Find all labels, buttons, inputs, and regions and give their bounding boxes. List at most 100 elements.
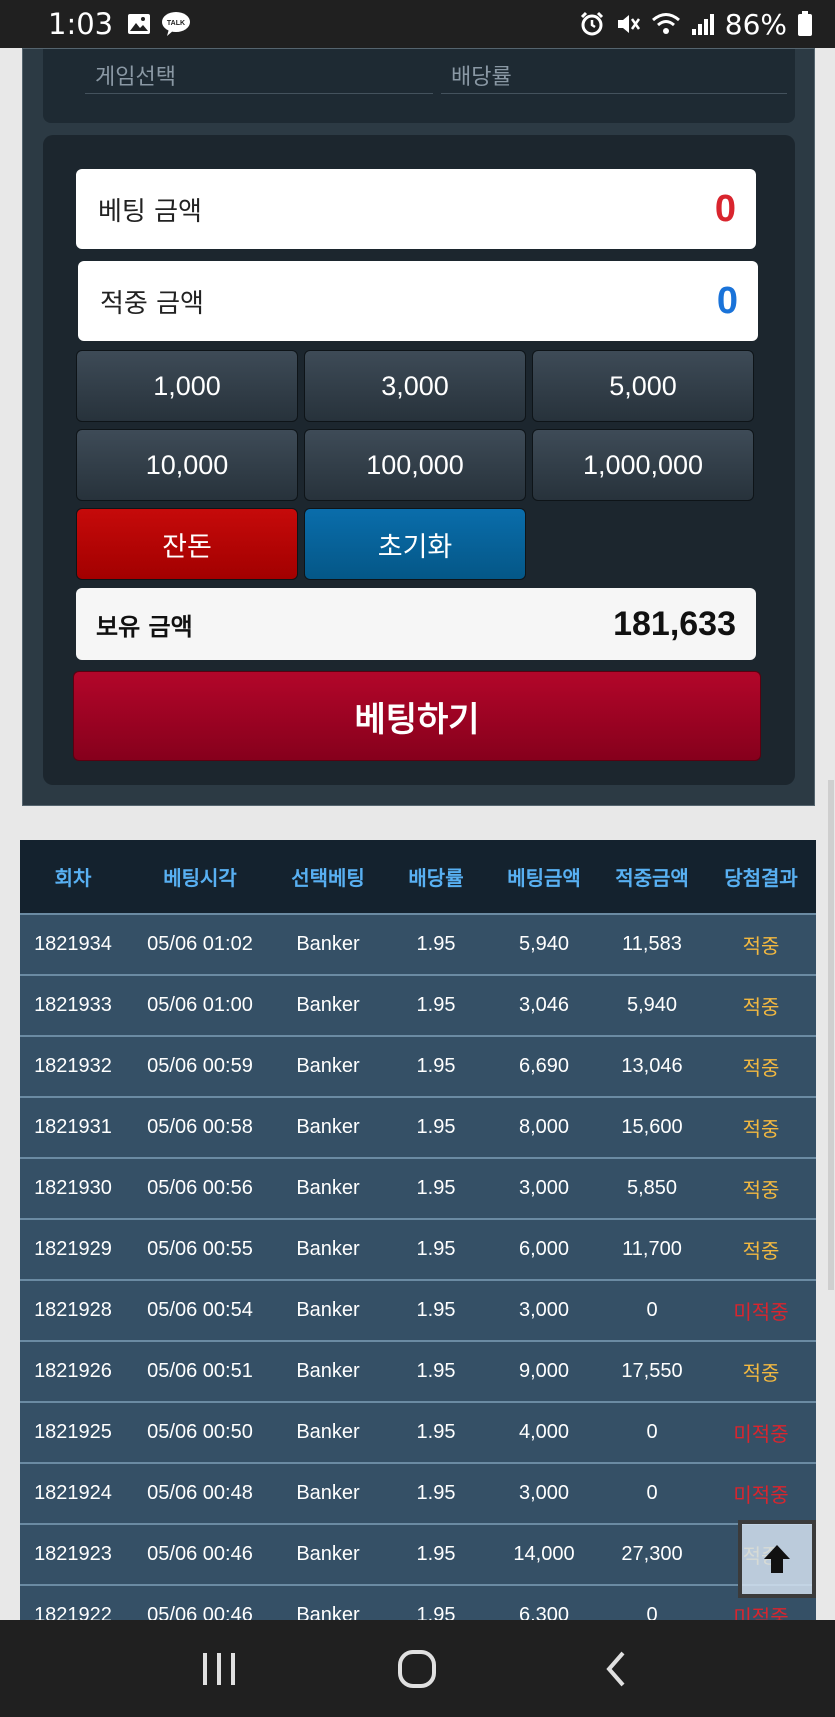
selection-cell: Banker [296,1360,360,1382]
recent-apps-icon [203,1652,236,1685]
odds-cell: 1.95 [416,1116,456,1138]
home-icon [398,1649,437,1688]
win-amount-cell: 27,300 [621,1543,683,1565]
bet-time-cell: 05/06 00:58 [147,1116,253,1138]
bet-amount-label: 베팅 금액 [98,196,202,227]
result-cell: 미적중 [733,1422,789,1446]
bet-amount-cell: 14,000 [513,1543,575,1565]
column-header: 선택베팅 [291,866,365,890]
svg-text:TALK: TALK [167,20,185,27]
wifi-icon [651,12,681,36]
selection-cell: Banker [296,933,360,955]
odds-cell: 1.95 [416,1238,456,1260]
signal-icon [691,12,715,36]
table-body: 1821934 05/06 01:02 Banker 1.95 5,940 11,583 적… [20,913,816,1645]
back-icon [606,1651,625,1686]
result-cell: 적중 [742,1361,780,1385]
bet-amount-cell: 8,000 [518,1116,570,1138]
bet-time-cell: 05/06 00:51 [147,1360,253,1382]
round-cell: 1821924 [34,1482,112,1504]
win-amount-cell: 0 [646,1482,658,1504]
win-amount-cell: 11,700 [622,1238,682,1260]
chip-100000-button[interactable]: 100,000 [304,429,526,501]
win-amount-cell: 15,600 [621,1116,683,1138]
column-header: 배당률 [408,866,464,890]
round-cell: 1821929 [34,1238,112,1260]
table-row: 1821930 05/06 00:56 Banker 1.95 3,000 5,850 적중 [20,1157,816,1218]
win-amount-cell: 0 [646,1299,658,1321]
round-cell: 1821932 [34,1055,112,1077]
win-amount-cell: 11,583 [622,933,682,955]
table-row: 1821932 05/06 00:59 Banker 1.95 6,690 13,046 적… [20,1035,816,1096]
game-select-label[interactable]: 게임선택 [95,59,176,91]
selection-cell: Banker [296,994,360,1016]
selection-cell: Banker [296,1116,360,1138]
result-cell: 적중 [742,1178,780,1202]
bet-time-cell: 05/06 00:59 [147,1055,253,1077]
odds-cell: 1.95 [416,1055,456,1077]
arrow-up-icon [764,1545,790,1573]
bet-amount-cell: 6,000 [518,1238,570,1260]
round-cell: 1821930 [34,1177,112,1199]
round-cell: 1821923 [34,1543,112,1565]
battery-percent: 86% [724,7,787,41]
table-row: 1821925 05/06 00:50 Banker 1.95 4,000 0 미적중 [20,1401,816,1462]
column-header: 당첨결과 [724,866,798,890]
scroll-top-button[interactable] [738,1520,816,1598]
result-cell: 적중 [742,1239,780,1263]
selection-cell: Banker [296,1482,360,1504]
odds-cell: 1.95 [416,1177,456,1199]
back-button[interactable] [576,1639,656,1699]
result-cell: 적중 [742,934,780,958]
column-header: 베팅금액 [507,866,581,890]
recent-apps-button[interactable] [179,1639,259,1699]
bet-history-table: 회차 베팅시각 선택베팅 배당률 베팅금액 적중금액 당첨결과 1821934 0… [20,840,816,1645]
image-icon [127,13,151,35]
status-time: 1:03 [48,7,114,41]
selection-cell: Banker [296,1238,360,1260]
hold-amount-label: 보유 금액 [96,612,193,641]
bet-amount-cell: 3,046 [518,994,570,1016]
mute-icon [615,11,641,37]
balance-button[interactable]: 잔돈 [76,508,298,580]
bet-time-cell: 05/06 00:56 [147,1177,253,1199]
win-amount-cell: 5,850 [626,1177,678,1199]
home-button[interactable] [377,1639,457,1699]
bet-amount-value: 0 [714,187,736,230]
bet-time-cell: 05/06 00:50 [147,1421,253,1443]
status-bar: 1:03 TALK 86% [0,0,835,48]
table-row: 1821926 05/06 00:51 Banker 1.95 9,000 17,550 적… [20,1340,816,1401]
selection-cell: Banker [296,1055,360,1077]
bet-time-cell: 05/06 00:46 [147,1543,253,1565]
place-bet-button[interactable]: 베팅하기 [73,671,761,761]
selection-cell: Banker [296,1543,360,1565]
round-cell: 1821928 [34,1299,112,1321]
page-scrollbar[interactable] [828,780,834,1290]
bet-amount-box: 베팅 금액 0 [76,169,756,249]
bet-amount-cell: 9,000 [518,1360,570,1382]
chip-1000-button[interactable]: 1,000 [76,350,298,422]
selection-cell: Banker [296,1421,360,1443]
hold-amount-value: 181,633 [613,604,736,643]
odds-cell: 1.95 [416,1482,456,1504]
selection-cell: Banker [296,1299,360,1321]
reset-button[interactable]: 초기화 [304,508,526,580]
win-amount-cell: 13,046 [621,1055,683,1077]
bet-time-cell: 05/06 00:55 [147,1238,253,1260]
result-cell: 적중 [742,1117,780,1141]
round-cell: 1821931 [34,1116,112,1138]
table-row: 1821924 05/06 00:48 Banker 1.95 3,000 0 미적중 [20,1462,816,1523]
odds-cell: 1.95 [416,994,456,1016]
battery-icon [797,11,813,37]
odds-cell: 1.95 [416,1543,456,1565]
odds-cell: 1.95 [416,1299,456,1321]
column-header: 회차 [54,866,92,890]
chip-1000000-button[interactable]: 1,000,000 [532,429,754,501]
chip-5000-button[interactable]: 5,000 [532,350,754,422]
chip-3000-button[interactable]: 3,000 [304,350,526,422]
table-row: 1821933 05/06 01:00 Banker 1.95 3,046 5,940 적중 [20,974,816,1035]
table-row: 1821923 05/06 00:46 Banker 1.95 14,000 27,300… [20,1523,816,1584]
table-row: 1821928 05/06 00:54 Banker 1.95 3,000 0 미적중 [20,1279,816,1340]
chip-10000-button[interactable]: 10,000 [76,429,298,501]
game-select-strip: 게임선택 배당률 [43,49,795,123]
